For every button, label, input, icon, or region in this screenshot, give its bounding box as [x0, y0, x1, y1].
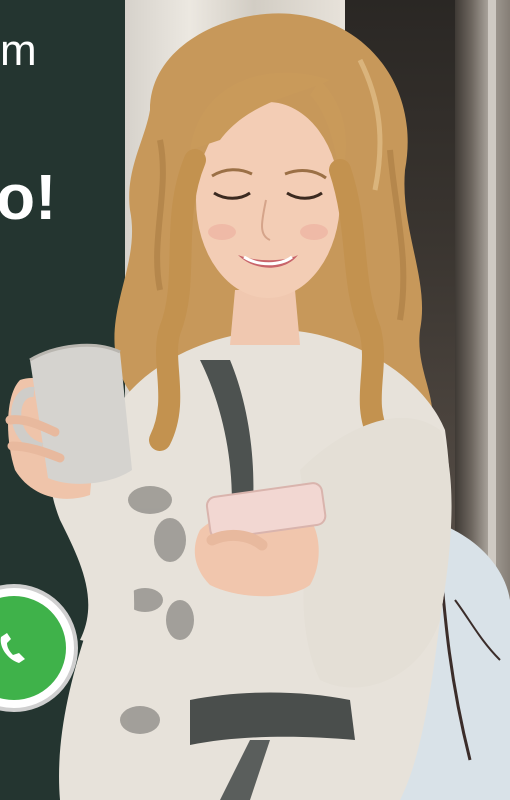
- whatsapp-icon-circle: [0, 596, 66, 700]
- whatsapp-phone-icon: [0, 633, 25, 663]
- woman-figure: [5, 13, 510, 800]
- photo-scene: m o!: [0, 0, 510, 800]
